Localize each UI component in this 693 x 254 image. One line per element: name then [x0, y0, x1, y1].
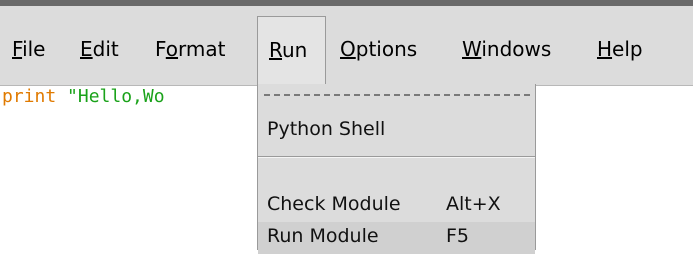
menu-run[interactable]: Run	[257, 16, 326, 90]
menu-edit-label: dit	[92, 37, 119, 61]
menu-bar: File Edit Format Run Options Windows Hel…	[0, 6, 693, 90]
menu-file-label: ile	[22, 37, 46, 61]
menu-separator	[258, 156, 535, 158]
menu-options[interactable]: Options	[340, 30, 417, 68]
code-string: "Hello,Wo	[67, 86, 165, 107]
code-line: print "Hello,Wo	[2, 85, 165, 109]
tearoff-line[interactable]	[264, 94, 530, 96]
menu-item-check-module-accelerator: Alt+X	[446, 193, 501, 215]
menu-format-label: rmat	[178, 37, 226, 61]
menu-edit-mnemonic: E	[80, 37, 93, 61]
menu-format-mnemonic: o	[165, 37, 179, 61]
menu-run-mnemonic: R	[269, 38, 282, 62]
menu-format-pre: F	[155, 37, 166, 61]
run-menu-dropdown: Python Shell Check Module Alt+X Run Modu…	[257, 84, 536, 254]
menu-options-label: ptions	[355, 37, 418, 61]
menu-help[interactable]: Help	[597, 30, 643, 68]
menu-options-mnemonic: O	[340, 37, 356, 61]
menu-item-run-module-accelerator: F5	[446, 225, 470, 247]
menu-format[interactable]: Format	[155, 30, 226, 68]
menu-item-check-module-label: Check Module	[267, 193, 401, 215]
menu-edit[interactable]: Edit	[80, 30, 119, 68]
code-keyword: print	[2, 86, 57, 107]
menu-windows-label: indows	[481, 37, 552, 61]
menu-run-label: un	[282, 38, 308, 62]
menu-windows[interactable]: Windows	[462, 30, 551, 68]
menu-windows-mnemonic: W	[462, 37, 482, 61]
menu-item-check-module[interactable]: Check Module Alt+X	[258, 185, 535, 223]
menu-file-mnemonic: F	[12, 37, 23, 61]
menu-item-run-module[interactable]: Run Module F5	[258, 222, 535, 254]
menu-item-python-shell-label: Python Shell	[267, 118, 386, 140]
menu-help-mnemonic: H	[597, 37, 613, 61]
menu-file[interactable]: File	[12, 30, 45, 68]
menu-item-python-shell[interactable]: Python Shell	[258, 110, 535, 148]
menu-help-label: elp	[612, 37, 643, 61]
menu-item-run-module-label: Run Module	[267, 225, 379, 247]
